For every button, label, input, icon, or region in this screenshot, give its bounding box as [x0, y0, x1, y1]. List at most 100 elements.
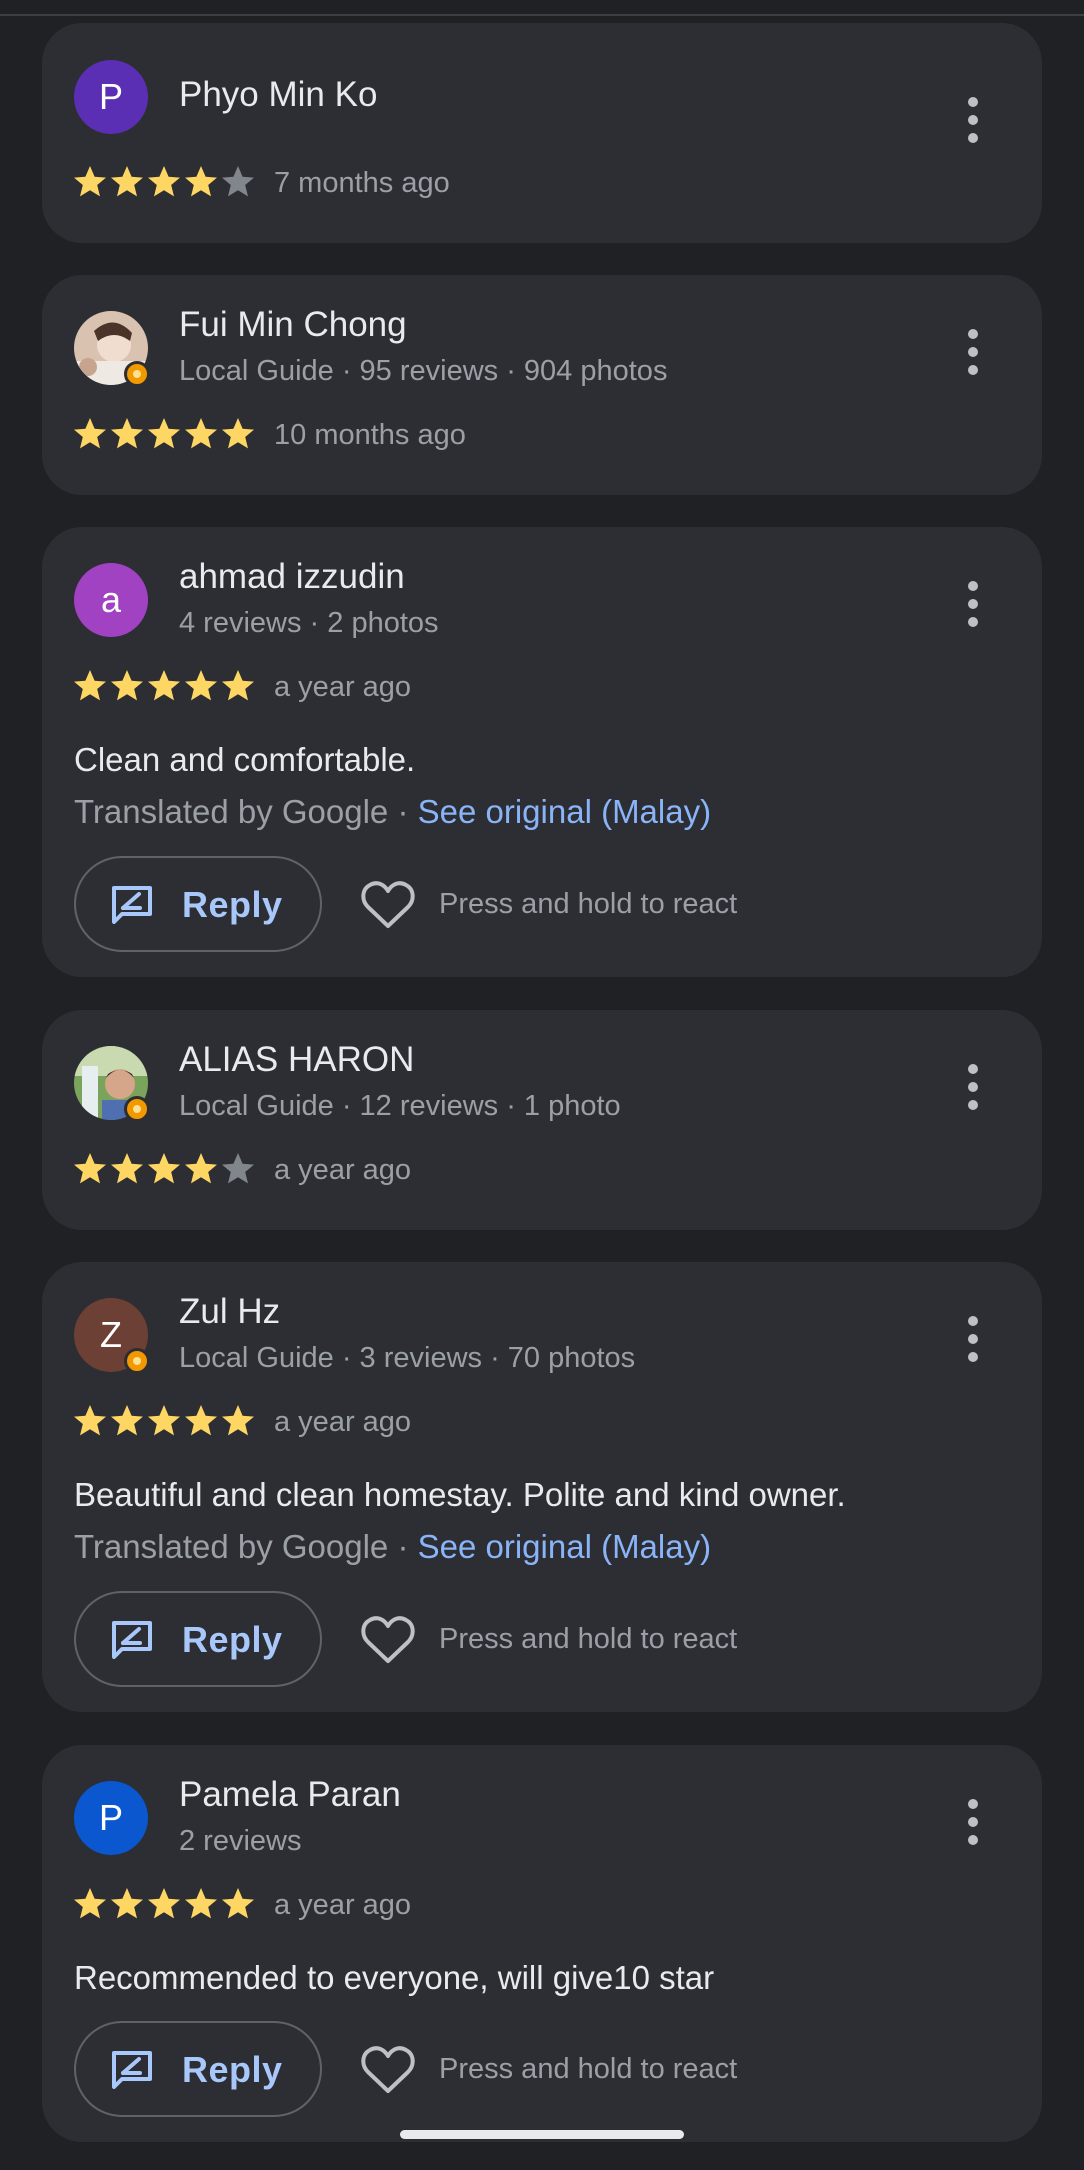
star-icon — [222, 1153, 254, 1184]
review-text: Recommended to everyone, will give10 sta… — [74, 1959, 715, 1996]
star-icon — [222, 166, 254, 197]
translation-note: Translated by Google · See original (Mal… — [74, 793, 711, 831]
star-icon — [222, 1888, 254, 1919]
translated-by-label: Translated by Google · — [74, 793, 418, 830]
reviewer-meta: Local Guide · 3 reviews · 70 photos — [179, 1342, 636, 1374]
see-original-link[interactable]: See original (Malay) — [418, 1528, 711, 1565]
star-icon — [111, 166, 143, 197]
avatar[interactable] — [74, 311, 150, 387]
avatar[interactable]: P — [74, 60, 148, 134]
local-guide-badge-icon — [124, 361, 150, 387]
react-hint: Press and hold to react — [439, 888, 738, 920]
heart-outline-icon[interactable] — [360, 2045, 416, 2095]
star-icon — [148, 166, 180, 197]
review-time: a year ago — [274, 1889, 412, 1921]
more-vert-icon[interactable] — [968, 1316, 978, 1362]
star-icon — [185, 166, 217, 197]
home-indicator[interactable] — [400, 2130, 684, 2139]
avatar[interactable]: Z — [74, 1298, 150, 1374]
more-vert-icon[interactable] — [968, 97, 978, 143]
star-rating — [72, 1886, 257, 1922]
reviewer-meta: Local Guide · 95 reviews · 904 photos — [179, 355, 668, 387]
avatar[interactable]: a — [74, 563, 148, 637]
star-icon — [74, 418, 106, 449]
star-icon — [74, 166, 106, 197]
review-card: P Pamela Paran 2 reviews a year ago Reco… — [42, 1745, 1042, 2142]
star-icon — [74, 670, 106, 701]
reviewer-meta: 2 reviews — [179, 1825, 302, 1857]
avatar[interactable]: P — [74, 1781, 148, 1855]
star-icon — [148, 1888, 180, 1919]
star-icon — [185, 670, 217, 701]
star-icon — [74, 1153, 106, 1184]
review-time: 7 months ago — [274, 167, 450, 199]
review-card: Z Zul Hz Local Guide · 3 reviews · 70 ph… — [42, 1262, 1042, 1712]
star-icon — [111, 1888, 143, 1919]
react-hint: Press and hold to react — [439, 1623, 738, 1655]
reviewer-name[interactable]: ahmad izzudin — [179, 557, 405, 597]
star-icon — [148, 1405, 180, 1436]
star-icon — [74, 1888, 106, 1919]
reply-edit-icon — [112, 2051, 152, 2089]
heart-outline-icon[interactable] — [360, 880, 416, 930]
star-icon — [185, 1888, 217, 1919]
star-icon — [148, 1153, 180, 1184]
reviewer-name[interactable]: Pamela Paran — [179, 1775, 401, 1815]
reviewer-meta: 4 reviews · 2 photos — [179, 607, 439, 639]
star-icon — [148, 670, 180, 701]
local-guide-badge-icon — [124, 1348, 150, 1374]
reply-button[interactable]: Reply — [74, 1591, 322, 1687]
reviewer-meta: Local Guide · 12 reviews · 1 photo — [179, 1090, 621, 1122]
translated-by-label: Translated by Google · — [74, 1528, 418, 1565]
reply-button[interactable]: Reply — [74, 2021, 322, 2117]
review-text: Clean and comfortable. — [74, 741, 416, 778]
star-icon — [185, 1405, 217, 1436]
reply-label: Reply — [182, 1619, 283, 1660]
star-icon — [111, 1153, 143, 1184]
more-vert-icon[interactable] — [968, 329, 978, 375]
review-card: Fui Min Chong Local Guide · 95 reviews ·… — [42, 275, 1042, 495]
star-icon — [222, 418, 254, 449]
reviews-screen: P Phyo Min Ko 7 months ago Fui Min Chong… — [0, 0, 1084, 2170]
review-time: a year ago — [274, 1406, 412, 1438]
more-vert-icon[interactable] — [968, 1064, 978, 1110]
review-text: Beautiful and clean homestay. Polite and… — [74, 1476, 846, 1513]
review-card: a ahmad izzudin 4 reviews · 2 photos a y… — [42, 527, 1042, 977]
star-rating — [72, 1151, 257, 1187]
reviewer-name[interactable]: Fui Min Chong — [179, 305, 407, 345]
star-icon — [185, 418, 217, 449]
see-original-link[interactable]: See original (Malay) — [418, 793, 711, 830]
reply-edit-icon — [112, 1621, 152, 1659]
more-vert-icon[interactable] — [968, 581, 978, 627]
star-rating — [72, 1403, 257, 1439]
reviewer-name[interactable]: Zul Hz — [179, 1292, 280, 1332]
star-rating — [72, 668, 257, 704]
reviewer-name[interactable]: ALIAS HARON — [179, 1040, 414, 1080]
star-icon — [148, 418, 180, 449]
review-time: a year ago — [274, 671, 412, 703]
star-rating — [72, 164, 257, 200]
review-card: ALIAS HARON Local Guide · 12 reviews · 1… — [42, 1010, 1042, 1230]
reply-label: Reply — [182, 2049, 283, 2090]
top-divider — [0, 14, 1084, 16]
local-guide-badge-icon — [124, 1096, 150, 1122]
reviewer-name[interactable]: Phyo Min Ko — [179, 75, 377, 115]
reply-label: Reply — [182, 884, 283, 925]
star-icon — [185, 1153, 217, 1184]
star-icon — [111, 670, 143, 701]
star-icon — [74, 1405, 106, 1436]
review-time: a year ago — [274, 1154, 412, 1186]
star-icon — [111, 1405, 143, 1436]
review-card: P Phyo Min Ko 7 months ago — [42, 23, 1042, 243]
reply-edit-icon — [112, 886, 152, 924]
translation-note: Translated by Google · See original (Mal… — [74, 1528, 711, 1566]
star-rating — [72, 416, 257, 452]
star-icon — [111, 418, 143, 449]
heart-outline-icon[interactable] — [360, 1615, 416, 1665]
reply-button[interactable]: Reply — [74, 856, 322, 952]
avatar[interactable] — [74, 1046, 150, 1122]
star-icon — [222, 670, 254, 701]
more-vert-icon[interactable] — [968, 1799, 978, 1845]
react-hint: Press and hold to react — [439, 2053, 738, 2085]
star-icon — [222, 1405, 254, 1436]
